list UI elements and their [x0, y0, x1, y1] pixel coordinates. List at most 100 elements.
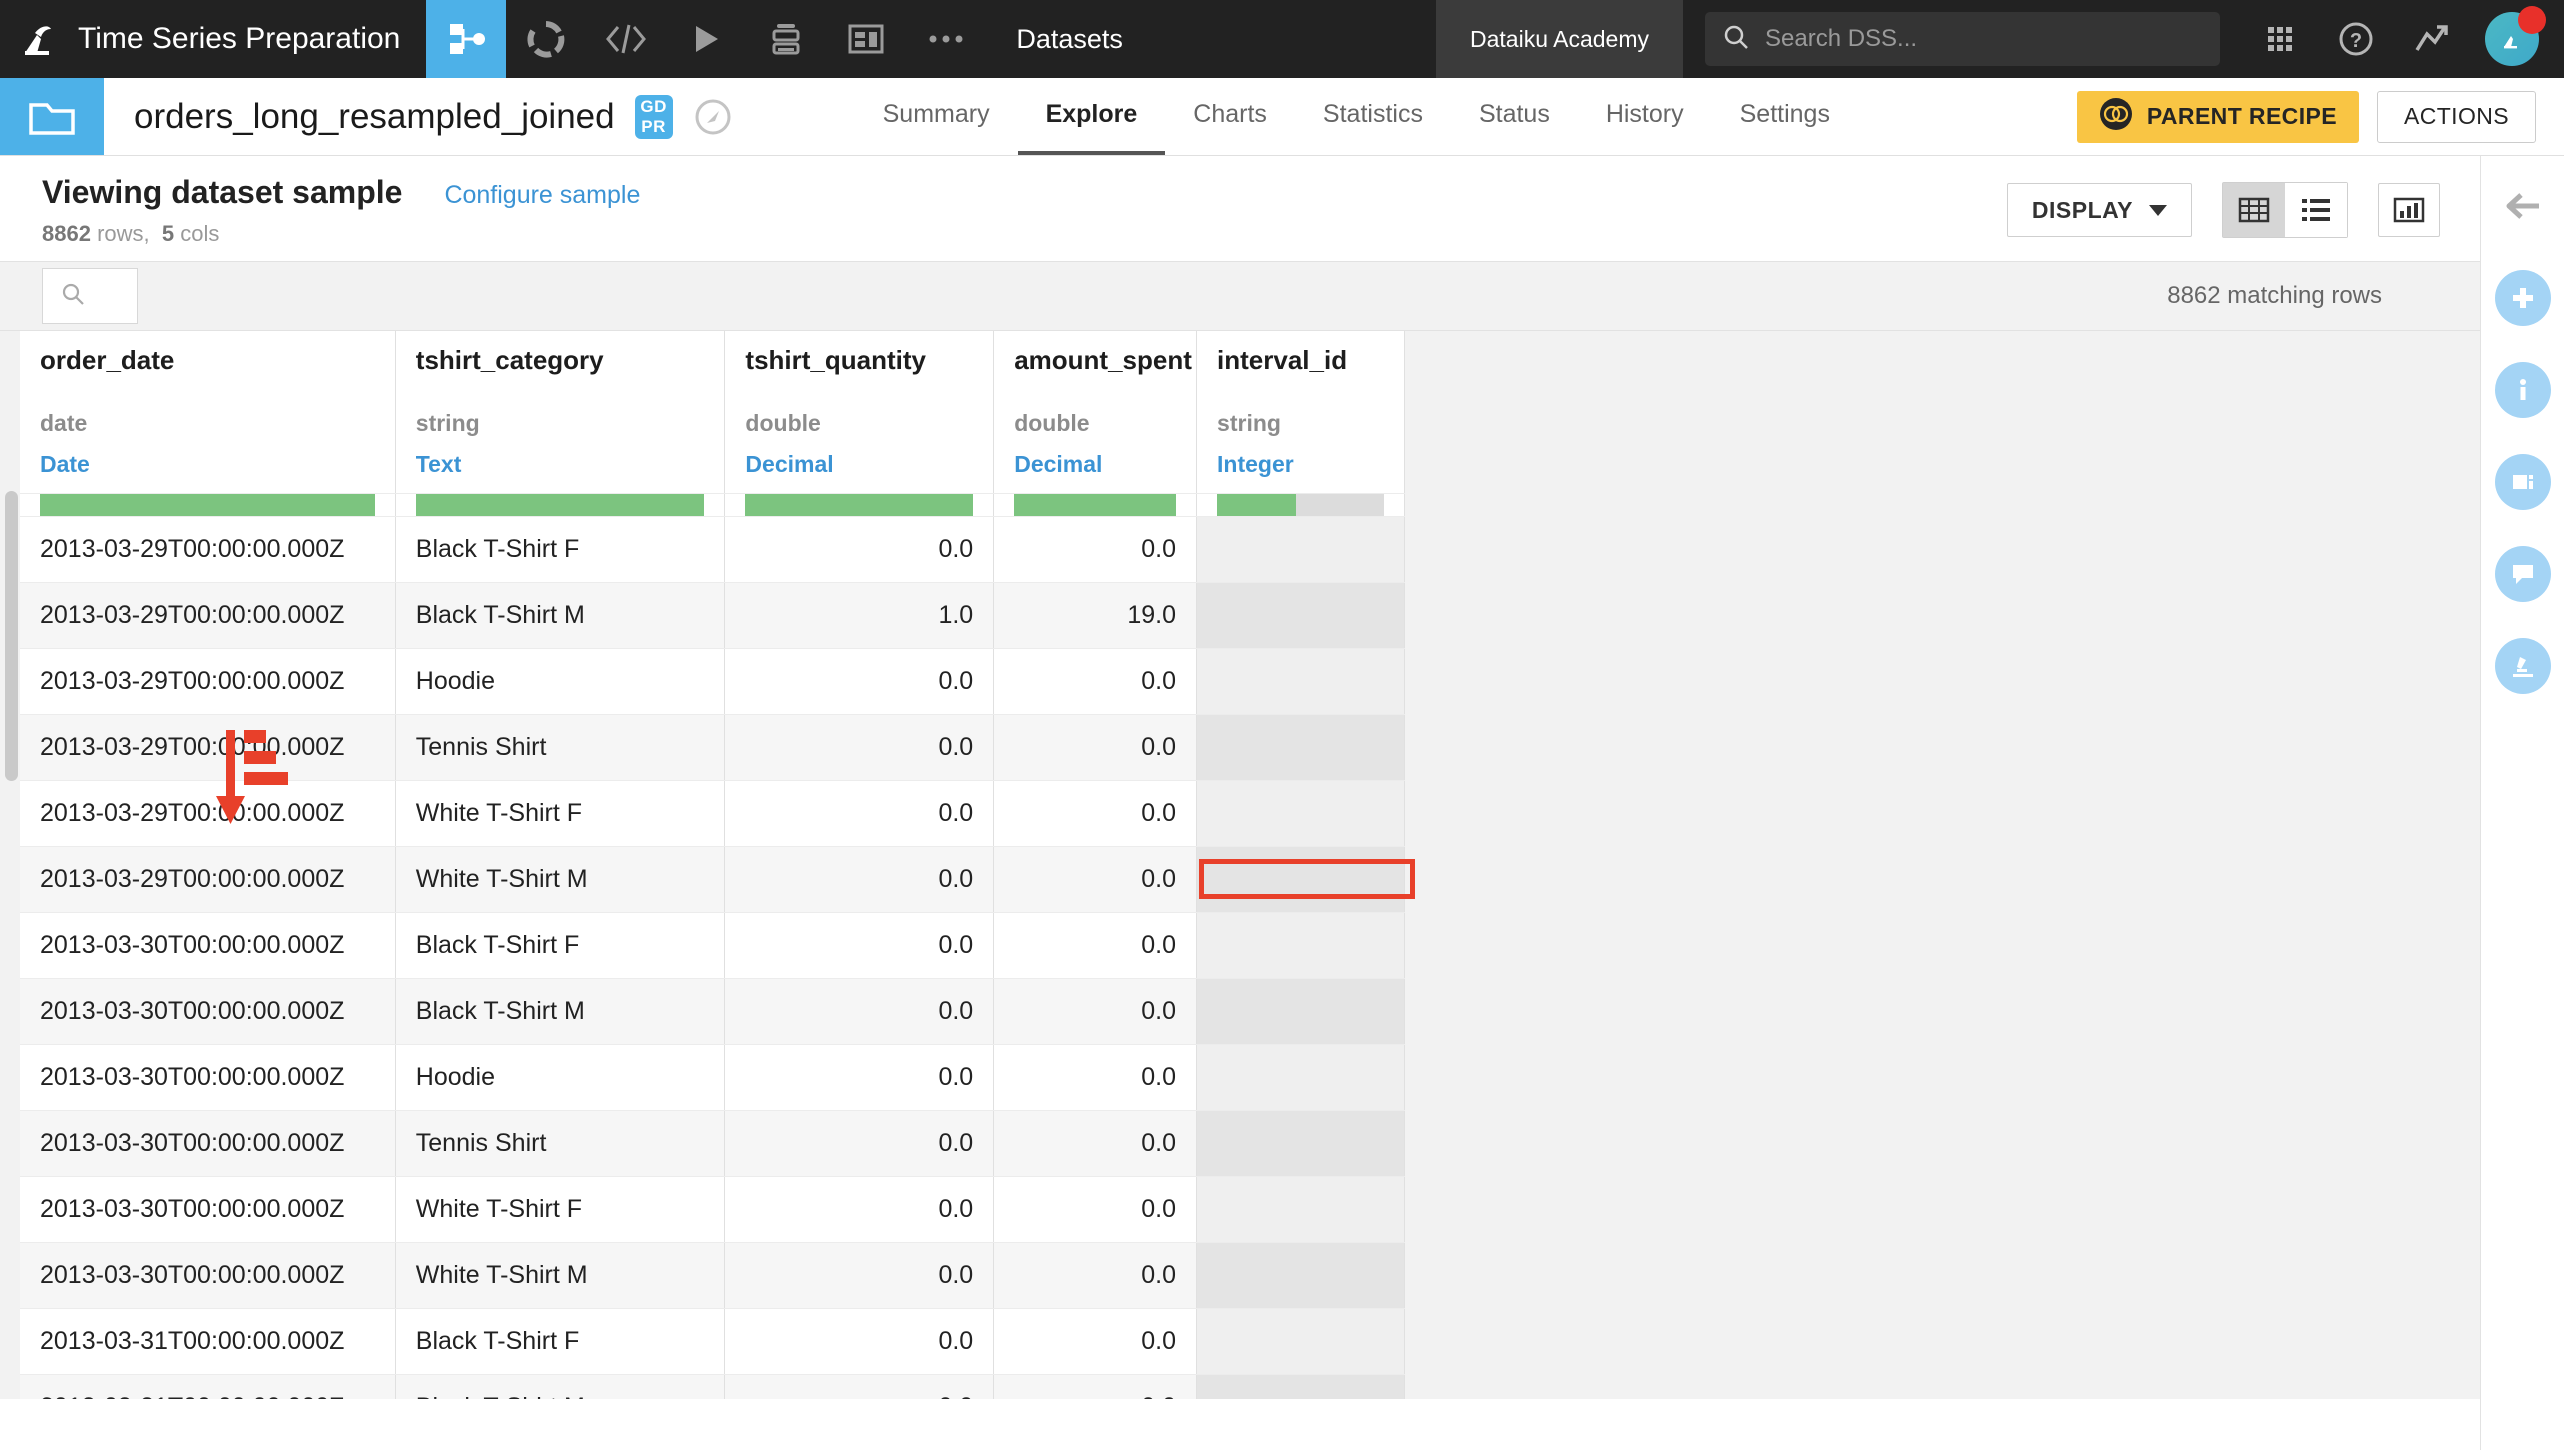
cell-tshirt_category[interactable]: Tennis Shirt [395, 714, 725, 780]
cell-tshirt_category[interactable]: White T-Shirt M [395, 1242, 725, 1308]
vertical-scrollbar-track[interactable] [0, 331, 20, 1399]
tab-explore[interactable]: Explore [1018, 78, 1166, 155]
column-meaning[interactable]: Decimal [1014, 451, 1176, 478]
quality-bar-tshirt_quantity[interactable] [725, 493, 994, 516]
global-search-box[interactable] [1705, 12, 2220, 66]
quality-bar-amount_spent[interactable] [994, 493, 1197, 516]
table-row[interactable]: 2013-03-31T00:00:00.000ZBlack T-Shirt M0… [20, 1374, 1405, 1399]
cell-tshirt_quantity[interactable]: 0.0 [725, 780, 994, 846]
cell-order_date[interactable]: 2013-03-29T00:00:00.000Z [20, 846, 395, 912]
cell-tshirt_category[interactable]: White T-Shirt F [395, 1176, 725, 1242]
cell-tshirt_category[interactable]: Black T-Shirt M [395, 582, 725, 648]
table-row[interactable]: 2013-03-29T00:00:00.000ZWhite T-Shirt M0… [20, 846, 1405, 912]
table-row[interactable]: 2013-03-29T00:00:00.000ZTennis Shirt0.00… [20, 714, 1405, 780]
actions-button[interactable]: ACTIONS [2377, 91, 2536, 143]
cell-interval_id[interactable] [1197, 1044, 1405, 1110]
column-meaning[interactable]: Text [416, 451, 705, 478]
cell-amount_spent[interactable]: 0.0 [994, 1374, 1197, 1399]
cell-order_date[interactable]: 2013-03-30T00:00:00.000Z [20, 1044, 395, 1110]
cell-order_date[interactable]: 2013-03-30T00:00:00.000Z [20, 1176, 395, 1242]
cell-tshirt_quantity[interactable]: 0.0 [725, 1308, 994, 1374]
table-view-icon[interactable] [2223, 183, 2285, 237]
vertical-scrollbar-thumb[interactable] [5, 491, 18, 781]
cell-interval_id[interactable] [1197, 846, 1405, 912]
tab-status[interactable]: Status [1451, 78, 1578, 155]
column-header-interval_id[interactable]: interval_id string Integer [1197, 331, 1405, 493]
cell-amount_spent[interactable]: 0.0 [994, 978, 1197, 1044]
tab-settings[interactable]: Settings [1712, 78, 1858, 155]
comments-icon[interactable] [2495, 546, 2551, 602]
table-row[interactable]: 2013-03-30T00:00:00.000ZBlack T-Shirt M0… [20, 978, 1405, 1044]
cell-tshirt_category[interactable]: Hoodie [395, 1044, 725, 1110]
compass-icon[interactable] [693, 97, 733, 137]
cell-amount_spent[interactable]: 0.0 [994, 1110, 1197, 1176]
list-view-icon[interactable] [2285, 183, 2347, 237]
cell-tshirt_quantity[interactable]: 0.0 [725, 912, 994, 978]
cell-interval_id[interactable] [1197, 912, 1405, 978]
cell-interval_id[interactable] [1197, 516, 1405, 582]
cell-tshirt_category[interactable]: Black T-Shirt M [395, 978, 725, 1044]
quality-bar-order_date[interactable] [20, 493, 395, 516]
column-header-tshirt_quantity[interactable]: tshirt_quantity double Decimal [725, 331, 994, 493]
cell-amount_spent[interactable]: 0.0 [994, 648, 1197, 714]
project-title[interactable]: Time Series Preparation [78, 0, 426, 78]
tab-history[interactable]: History [1578, 78, 1712, 155]
cell-tshirt_category[interactable]: White T-Shirt M [395, 846, 725, 912]
details-icon[interactable] [2495, 454, 2551, 510]
parent-recipe-button[interactable]: PARENT RECIPE [2077, 91, 2359, 143]
table-row[interactable]: 2013-03-31T00:00:00.000ZBlack T-Shirt F0… [20, 1308, 1405, 1374]
column-header-amount_spent[interactable]: amount_spent double Decimal [994, 331, 1197, 493]
cell-interval_id[interactable] [1197, 978, 1405, 1044]
cell-tshirt_quantity[interactable]: 0.0 [725, 978, 994, 1044]
cell-tshirt_quantity[interactable]: 0.0 [725, 1176, 994, 1242]
column-chart-icon[interactable] [2378, 183, 2440, 237]
configure-sample-link[interactable]: Configure sample [444, 181, 640, 210]
cell-amount_spent[interactable]: 0.0 [994, 846, 1197, 912]
cell-interval_id[interactable] [1197, 714, 1405, 780]
cell-order_date[interactable]: 2013-03-29T00:00:00.000Z [20, 582, 395, 648]
column-header-tshirt_category[interactable]: tshirt_category string Text [395, 331, 725, 493]
more-icon[interactable] [906, 0, 986, 78]
cell-tshirt_quantity[interactable]: 0.0 [725, 648, 994, 714]
cell-tshirt_category[interactable]: White T-Shirt F [395, 780, 725, 846]
cell-interval_id[interactable] [1197, 648, 1405, 714]
cell-interval_id[interactable] [1197, 1110, 1405, 1176]
tab-charts[interactable]: Charts [1165, 78, 1295, 155]
cell-order_date[interactable]: 2013-03-29T00:00:00.000Z [20, 516, 395, 582]
cell-tshirt_category[interactable]: Tennis Shirt [395, 1110, 725, 1176]
apps-grid-icon[interactable] [2242, 0, 2318, 78]
table-row[interactable]: 2013-03-29T00:00:00.000ZBlack T-Shirt M 1… [20, 582, 1405, 648]
add-icon[interactable] [2495, 270, 2551, 326]
user-avatar[interactable] [2470, 0, 2554, 78]
cell-amount_spent[interactable]: 0.0 [994, 1176, 1197, 1242]
search-input[interactable] [1765, 25, 2202, 53]
cell-tshirt_category[interactable]: Hoodie [395, 648, 725, 714]
run-icon[interactable] [666, 0, 746, 78]
datasets-breadcrumb[interactable]: Datasets [986, 0, 1153, 78]
cell-tshirt_quantity[interactable]: 0.0 [725, 1110, 994, 1176]
cell-interval_id[interactable] [1197, 780, 1405, 846]
table-row[interactable]: 2013-03-29T00:00:00.000ZHoodie0.00.0 [20, 648, 1405, 714]
table-row[interactable]: 2013-03-30T00:00:00.000ZHoodie0.00.0 [20, 1044, 1405, 1110]
dataset-folder-icon[interactable] [0, 78, 104, 155]
cell-interval_id[interactable] [1197, 1242, 1405, 1308]
cell-tshirt_quantity[interactable]: 0.0 [725, 846, 994, 912]
trending-icon[interactable] [2394, 0, 2470, 78]
cell-tshirt_category[interactable]: Black T-Shirt M [395, 1374, 725, 1399]
cell-order_date[interactable]: 2013-03-29T00:00:00.000Z [20, 780, 395, 846]
column-meaning[interactable]: Decimal [745, 451, 973, 478]
dataiku-bird-logo[interactable] [0, 0, 78, 78]
cell-tshirt_quantity[interactable]: 0.0 [725, 1044, 994, 1110]
cell-order_date[interactable]: 2013-03-30T00:00:00.000Z [20, 1110, 395, 1176]
cell-amount_spent[interactable]: 0.0 [994, 1242, 1197, 1308]
table-row[interactable]: 2013-03-30T00:00:00.000ZWhite T-Shirt F0… [20, 1176, 1405, 1242]
cell-amount_spent[interactable]: 19.0 [994, 582, 1197, 648]
cell-interval_id[interactable] [1197, 1308, 1405, 1374]
cell-tshirt_quantity[interactable]: 0.0 [725, 516, 994, 582]
cell-amount_spent[interactable]: 0.0 [994, 1308, 1197, 1374]
help-icon[interactable]: ? [2318, 0, 2394, 78]
column-meaning[interactable]: Date [40, 451, 375, 478]
dataset-icon[interactable] [506, 0, 586, 78]
cell-order_date[interactable]: 2013-03-30T00:00:00.000Z [20, 1242, 395, 1308]
cell-tshirt_category[interactable]: Black T-Shirt F [395, 912, 725, 978]
